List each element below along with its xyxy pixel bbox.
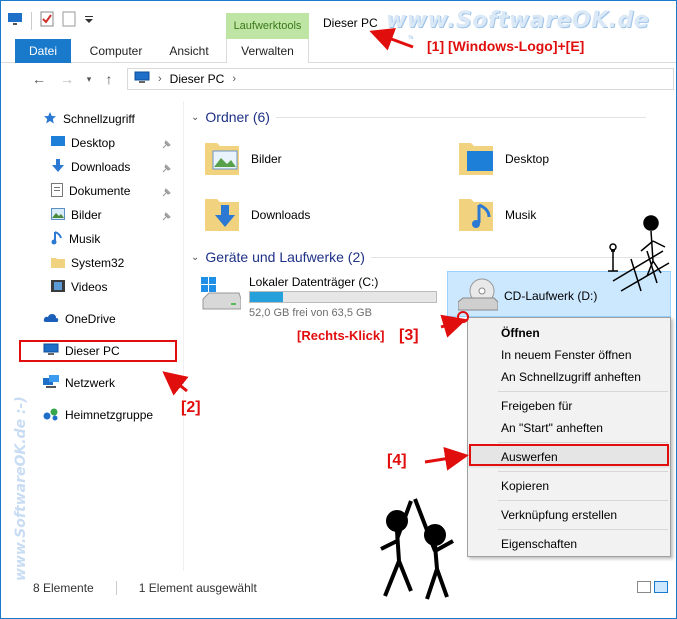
annotation-arrows: [162, 27, 670, 600]
watermark-vertical: www.SoftwareOK.de :-): [9, 381, 39, 581]
right-click-cursor-marker: [457, 311, 469, 323]
annotation-label-4: [4]: [387, 452, 407, 469]
annotation-arrow-1: [369, 27, 414, 51]
annotation-arrow-3: [440, 314, 467, 338]
dancing-figures-illustration: [380, 498, 454, 600]
explorer-window: Laufwerktools Dieser PC www.SoftwareOK.d…: [0, 0, 677, 619]
annotation-arrow-4: [424, 446, 469, 471]
annotation-label-1: [1] [Windows-Logo]+[E]: [427, 38, 585, 54]
annotation-box-dieser-pc: [19, 340, 177, 362]
annotation-label-2: [2]: [181, 399, 201, 416]
annotation-label-3: [3]: [399, 327, 419, 344]
annotation-label-right-click: [Rechts-Klick]: [297, 328, 385, 343]
chess-illustration: [608, 215, 670, 292]
annotation-box-auswerfen: [469, 444, 669, 466]
annotation-arrow-2: [162, 371, 189, 396]
watermark-vertical-text: www.SoftwareOK.de :-): [13, 396, 29, 581]
